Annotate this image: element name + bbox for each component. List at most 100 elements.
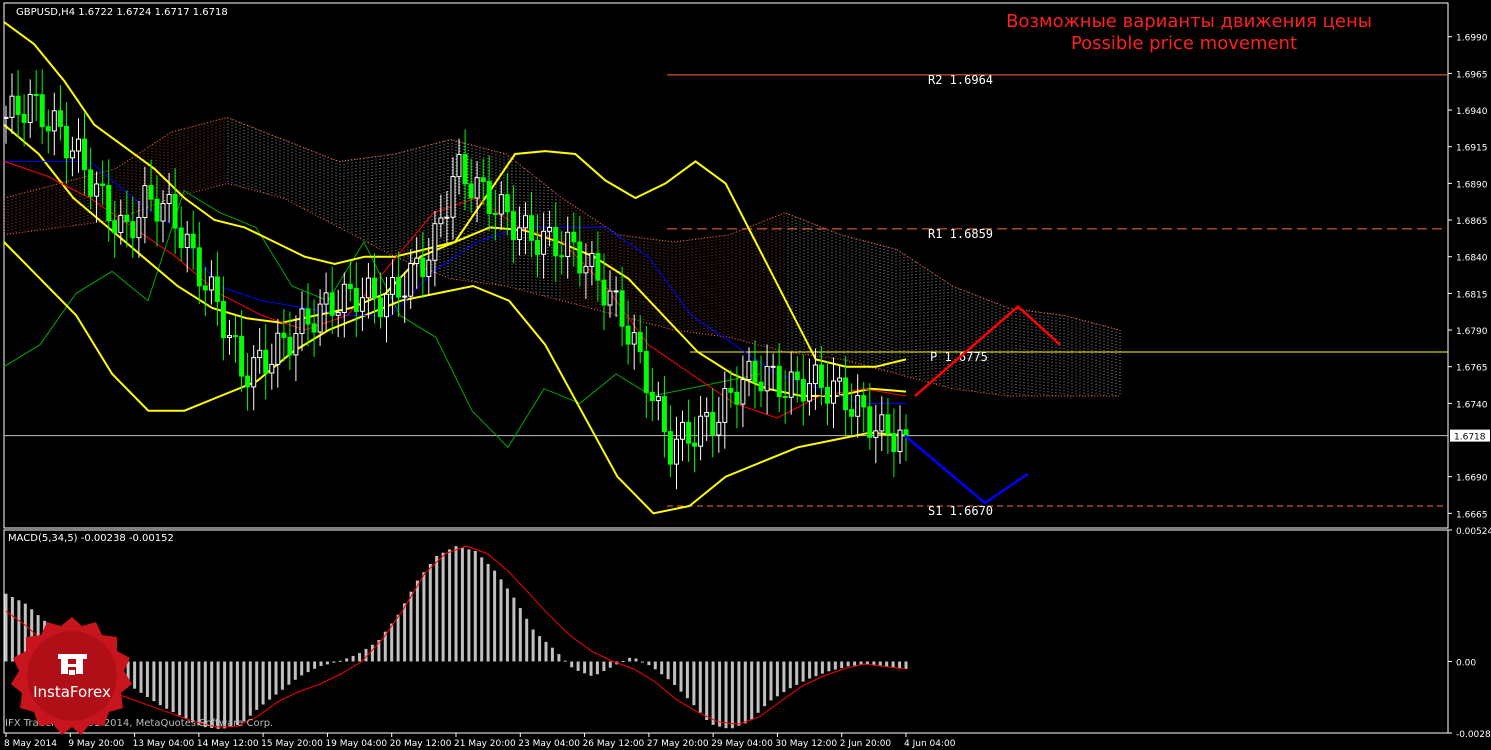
- candle-body: [752, 360, 758, 383]
- candle-body: [408, 263, 414, 297]
- candle-body: [172, 194, 178, 229]
- candle-body: [329, 292, 335, 316]
- macd-histogram-bar: [904, 661, 908, 669]
- macd-histogram-bar: [628, 657, 632, 662]
- macd-histogram-bar: [705, 661, 709, 720]
- price-tick-label: 1.6765: [1456, 364, 1488, 374]
- macd-histogram-bar: [724, 661, 728, 729]
- candle-body: [21, 113, 27, 124]
- macd-histogram-bar: [544, 641, 548, 662]
- macd-histogram-bar: [525, 618, 529, 662]
- candle-body: [686, 421, 692, 444]
- candle-body: [722, 388, 728, 423]
- candle-body: [15, 95, 21, 115]
- candle-body: [776, 365, 782, 397]
- macd-histogram-bar: [846, 661, 850, 667]
- candle-body: [100, 183, 106, 186]
- macd-histogram-bar: [171, 661, 175, 713]
- macd-histogram-bar: [467, 549, 471, 662]
- macd-histogram-bar: [255, 661, 259, 710]
- time-tick-label: 23 May 04:00: [518, 739, 580, 749]
- candle-body: [903, 429, 909, 437]
- candle-body: [674, 438, 679, 465]
- candle-body: [51, 110, 57, 132]
- candle-body: [788, 371, 794, 398]
- macd-histogram-bar: [409, 591, 413, 662]
- macd-histogram-bar: [679, 661, 683, 692]
- price-tick-label: 1.6990: [1456, 34, 1488, 44]
- time-tick-label: 26 May 12:00: [583, 739, 645, 749]
- candle-body: [462, 154, 468, 185]
- macd-histogram-bar: [653, 661, 657, 670]
- macd-histogram-bar: [454, 546, 458, 662]
- macd-histogram-bar: [769, 661, 773, 701]
- candle-body: [746, 360, 752, 380]
- candle-body: [595, 252, 601, 281]
- macd-histogram-bar: [261, 661, 265, 705]
- indicator-lines: [3, 21, 907, 515]
- candle-body: [818, 364, 824, 388]
- candle-body: [202, 285, 208, 291]
- candle-body: [208, 276, 214, 291]
- macd-histogram-bar: [441, 552, 445, 662]
- candle-body: [269, 363, 275, 374]
- candle-body: [130, 221, 136, 239]
- time-tick-label: 8 May 2014: [4, 739, 57, 749]
- candle-body: [148, 185, 154, 200]
- time-tick-label: 13 May 04:00: [133, 739, 195, 749]
- macd-histogram-bar: [898, 661, 902, 669]
- macd-histogram-bar: [428, 564, 432, 662]
- candle-body: [63, 125, 69, 159]
- candle-body: [396, 277, 402, 298]
- candle-body: [88, 169, 94, 197]
- macd-histogram-bar: [814, 661, 818, 677]
- candle-body: [837, 377, 843, 382]
- macd-histogram-bar: [531, 629, 535, 662]
- macd-histogram-bar: [518, 608, 522, 662]
- candle-body: [220, 301, 226, 339]
- candle-body: [27, 94, 33, 123]
- candle-body: [577, 241, 583, 274]
- candle-body: [553, 227, 559, 257]
- candle-body: [480, 177, 486, 182]
- price-tick-label: 1.6790: [1456, 327, 1488, 337]
- candle-body: [849, 409, 855, 417]
- candle-body: [82, 138, 87, 171]
- macd-histogram-bar: [750, 661, 754, 720]
- candle-body: [426, 259, 432, 278]
- time-tick-label: 4 Jun 04:00: [904, 739, 956, 749]
- candle-body: [323, 292, 329, 305]
- candle-body: [516, 227, 522, 240]
- macd-histogram-bar: [197, 661, 201, 726]
- macd-label: MACD(5,34,5) -0.00238 -0.00152: [8, 533, 174, 544]
- macd-histogram-bar: [435, 556, 439, 662]
- macd-histogram-bar: [390, 623, 394, 662]
- candle-body: [118, 214, 124, 233]
- macd-histogram-bar: [756, 661, 760, 713]
- candle-body: [716, 421, 722, 436]
- macd-histogram-bar: [319, 661, 323, 666]
- macd-histogram-bar: [891, 661, 895, 668]
- price-tick-label: 1.6890: [1456, 180, 1488, 190]
- macd-histogram-bar: [711, 661, 715, 725]
- macd-histogram-bar: [647, 661, 651, 666]
- candle-body: [293, 333, 299, 356]
- candle-body: [704, 412, 710, 417]
- candle-body: [384, 293, 389, 318]
- price-tick-label: 1.6840: [1456, 254, 1488, 264]
- pivot-levels: R2 1.6964R1 1.6859P 1.6775S1 1.6670: [4, 73, 1448, 518]
- price-tick-label: 1.6665: [1456, 510, 1488, 520]
- candle-body: [843, 377, 849, 411]
- macd-histogram-bar: [801, 661, 805, 682]
- candle-body: [873, 430, 879, 438]
- candle-body: [263, 349, 269, 374]
- candle-body: [166, 194, 172, 204]
- macd-histogram-bar: [853, 661, 857, 666]
- macd-histogram-bar: [788, 661, 792, 689]
- macd-histogram-bar: [782, 661, 786, 693]
- candle-body: [740, 379, 746, 405]
- candle-body: [601, 279, 607, 306]
- price-tick-label: 1.6690: [1456, 474, 1488, 484]
- candle-body: [450, 176, 456, 218]
- candle-body: [474, 177, 480, 199]
